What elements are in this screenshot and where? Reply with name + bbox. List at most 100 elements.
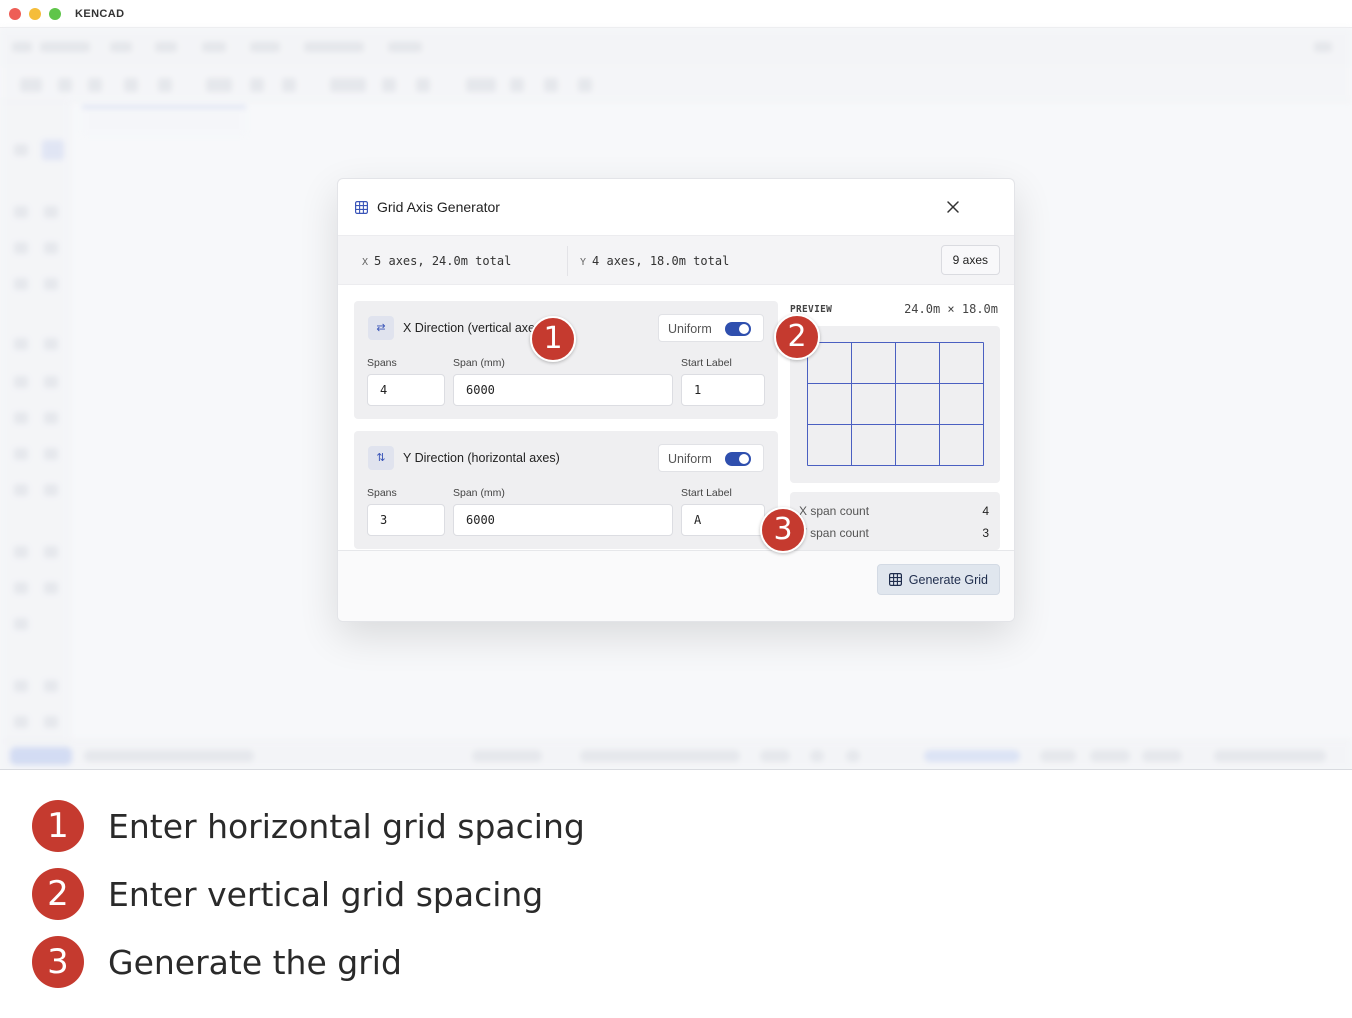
app-title: KENCAD — [75, 7, 125, 20]
background-status-pill — [84, 750, 254, 762]
background-side-icon — [14, 278, 28, 290]
background-status-pill — [472, 750, 542, 762]
legend-item-3: 3 Generate the grid — [32, 936, 402, 988]
legend-badge-1: 1 — [32, 800, 84, 852]
background-side-icon — [14, 618, 28, 630]
background-menubar — [0, 28, 1352, 66]
y-start-label-input[interactable]: A — [681, 504, 765, 536]
background-status-pill — [1090, 750, 1130, 762]
background-side-icon — [44, 716, 58, 728]
dialog-header: Grid Axis Generator — [338, 179, 1014, 235]
y-uniform-label: Uniform — [668, 452, 712, 466]
background-side-icon — [14, 206, 28, 218]
background-tool-icon — [206, 78, 232, 92]
callout-badge-3: 3 — [760, 507, 806, 553]
swap-vertical-icon: ⇅ — [368, 446, 394, 470]
background-side-icon — [44, 546, 58, 558]
background-menu-item — [388, 42, 422, 52]
summary-divider — [567, 246, 568, 276]
background-side-icon — [42, 140, 64, 160]
background-tool-icon — [58, 78, 72, 92]
total-axes-badge: 9 axes — [940, 245, 1000, 275]
background-side-icon — [14, 376, 28, 388]
title-bar: KENCAD — [0, 0, 1352, 28]
background-status-pill — [924, 750, 1020, 762]
background-tool-icon — [250, 78, 264, 92]
app-logo-icon — [12, 42, 32, 52]
background-menu-item — [202, 42, 226, 52]
x-uniform-control: Uniform — [658, 314, 764, 342]
background-menu-item — [304, 42, 364, 52]
grid-icon — [888, 573, 902, 586]
callout-badge-2: 2 — [774, 314, 820, 360]
x-span-count-value: 4 — [982, 504, 989, 518]
background-tool-icon — [124, 78, 138, 92]
maximize-window-button[interactable] — [49, 7, 61, 20]
generate-grid-label: Generate Grid — [908, 572, 988, 587]
background-status-pill — [580, 750, 740, 762]
close-icon[interactable] — [946, 200, 960, 214]
minimize-window-button[interactable] — [29, 7, 41, 20]
background-tool-icon — [544, 78, 558, 92]
background-tool-icon — [578, 78, 592, 92]
background-tool-icon — [466, 78, 496, 92]
background-status-pill — [760, 750, 790, 762]
legend-badge-2: 2 — [32, 868, 84, 920]
background-status-pill — [1214, 750, 1326, 762]
background-menu-item — [250, 42, 280, 52]
background-side-icon — [44, 376, 58, 388]
x-span-mm-label: Span (mm) — [453, 357, 505, 369]
background-side-icon — [44, 582, 58, 594]
background-tool-icon — [416, 78, 430, 92]
grid-preview-drawing — [807, 342, 984, 466]
background-side-icon — [14, 144, 28, 156]
x-direction-title: X Direction (vertical axes) — [403, 321, 546, 335]
x-spans-input[interactable]: 4 — [367, 374, 445, 406]
background-side-icon — [14, 582, 28, 594]
background-side-icon — [44, 242, 58, 254]
grid-axis-generator-dialog: Grid Axis Generator X 5 axes, 24.0m total… — [337, 178, 1015, 622]
y-span-count-row: Y span count 3 — [799, 526, 989, 540]
x-direction-card: ⇄ X Direction (vertical axes) Uniform Sp… — [354, 301, 778, 419]
generate-grid-button[interactable]: Generate Grid — [876, 564, 1000, 595]
background-menu-item — [155, 42, 177, 52]
y-axis-letter: Y — [580, 257, 587, 268]
x-span-input[interactable]: 6000 — [453, 374, 673, 406]
y-spans-input[interactable]: 3 — [367, 504, 445, 536]
background-side-icon — [14, 484, 28, 496]
background-document-tab — [82, 106, 246, 136]
legend-item-1: 1 Enter horizontal grid spacing — [32, 800, 585, 852]
y-span-count-value: 3 — [982, 526, 989, 540]
background-side-icon — [44, 338, 58, 350]
background-side-icon — [44, 448, 58, 460]
x-start-label-label: Start Label — [681, 357, 732, 369]
background-status-pill — [1040, 750, 1076, 762]
y-span-mm-label: Span (mm) — [453, 487, 505, 499]
y-uniform-toggle[interactable] — [725, 452, 751, 466]
x-start-label-input[interactable]: 1 — [681, 374, 765, 406]
background-tool-icon — [382, 78, 396, 92]
background-status-pill — [810, 750, 824, 762]
background-tool-icon — [330, 78, 366, 92]
y-span-input[interactable]: 6000 — [453, 504, 673, 536]
background-side-icon — [14, 242, 28, 254]
y-direction-card: ⇅ Y Direction (horizontal axes) Uniform … — [354, 431, 778, 549]
close-window-button[interactable] — [9, 7, 21, 20]
background-status-pill — [10, 747, 72, 765]
swap-horizontal-icon: ⇄ — [368, 316, 394, 340]
x-axis-letter: X — [362, 257, 369, 268]
background-status-pill — [1142, 750, 1182, 762]
background-side-icon — [44, 484, 58, 496]
background-menu-item — [110, 42, 132, 52]
background-menu-item — [40, 42, 90, 52]
dialog-title: Grid Axis Generator — [377, 199, 500, 215]
legend-text-3: Generate the grid — [108, 942, 402, 982]
x-uniform-toggle[interactable] — [725, 322, 751, 336]
grid-preview — [790, 326, 1000, 483]
legend-badge-3: 3 — [32, 936, 84, 988]
y-start-label-label: Start Label — [681, 487, 732, 499]
background-side-icon — [44, 278, 58, 290]
y-spans-label: Spans — [367, 487, 397, 499]
dialog-footer: Generate Grid — [338, 550, 1014, 621]
callout-badge-1: 1 — [530, 316, 576, 362]
